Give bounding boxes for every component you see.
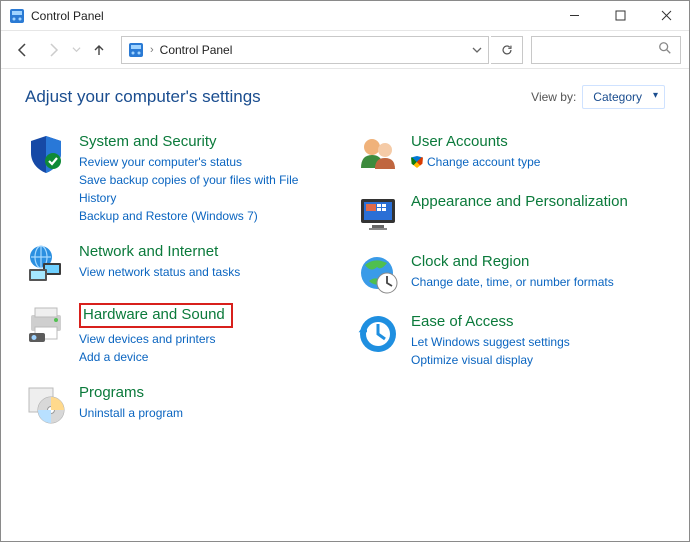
window-buttons — [551, 1, 689, 30]
category-system-security: System and Security Review your computer… — [25, 133, 333, 225]
category-hardware-sound: Hardware and Sound View devices and prin… — [25, 303, 333, 366]
category-title[interactable]: Network and Internet — [79, 243, 333, 261]
category-title[interactable]: Appearance and Personalization — [411, 193, 665, 211]
category-link[interactable]: View devices and printers — [79, 330, 333, 348]
category-title[interactable]: Programs — [79, 384, 333, 402]
breadcrumb-chevron-icon: › — [150, 44, 154, 56]
right-column: User Accounts Change account type Appear… — [357, 133, 665, 444]
control-panel-icon — [9, 8, 25, 24]
category-link[interactable]: Add a device — [79, 348, 333, 366]
view-by-label: View by: — [531, 90, 576, 104]
category-title[interactable]: Clock and Region — [411, 253, 665, 271]
category-title[interactable]: Ease of Access — [411, 313, 665, 331]
category-appearance-personalization: Appearance and Personalization — [357, 193, 665, 235]
category-link[interactable]: Save backup copies of your files with Fi… — [79, 171, 333, 207]
navbar: › Control Panel — [1, 31, 689, 69]
forward-button[interactable] — [39, 36, 67, 64]
category-link[interactable]: View network status and tasks — [79, 263, 333, 281]
globe-network-icon — [25, 243, 67, 285]
titlebar: Control Panel — [1, 1, 689, 31]
refresh-button[interactable] — [491, 36, 523, 64]
disc-icon — [25, 384, 67, 426]
address-dropdown-button[interactable] — [468, 45, 486, 55]
category-link[interactable]: Uninstall a program — [79, 404, 333, 422]
window-frame: Control Panel — [0, 0, 690, 542]
category-ease-of-access: Ease of Access Let Windows suggest setti… — [357, 313, 665, 369]
up-button[interactable] — [85, 36, 113, 64]
minimize-button[interactable] — [551, 1, 597, 30]
category-title[interactable]: Hardware and Sound — [79, 303, 233, 328]
search-box[interactable] — [531, 36, 681, 64]
category-link[interactable]: Backup and Restore (Windows 7) — [79, 207, 333, 225]
left-column: System and Security Review your computer… — [25, 133, 333, 444]
people-icon — [357, 133, 399, 175]
window-title: Control Panel — [31, 9, 551, 23]
category-programs: Programs Uninstall a program — [25, 384, 333, 426]
category-title[interactable]: System and Security — [79, 133, 333, 151]
category-network-internet: Network and Internet View network status… — [25, 243, 333, 285]
category-link[interactable]: Optimize visual display — [411, 351, 665, 369]
category-link[interactable]: Change date, time, or number formats — [411, 273, 665, 291]
search-icon — [658, 41, 672, 58]
printer-icon — [25, 303, 67, 345]
category-link[interactable]: Let Windows suggest settings — [411, 333, 665, 351]
address-bar[interactable]: › Control Panel — [121, 36, 489, 64]
ease-access-icon — [357, 313, 399, 355]
maximize-button[interactable] — [597, 1, 643, 30]
shield-icon — [25, 133, 67, 175]
page-title: Adjust your computer's settings — [25, 87, 261, 107]
back-button[interactable] — [9, 36, 37, 64]
control-panel-icon — [128, 42, 144, 58]
category-user-accounts: User Accounts Change account type — [357, 133, 665, 175]
monitor-icon — [357, 193, 399, 235]
category-columns: System and Security Review your computer… — [25, 133, 665, 444]
recent-dropdown-button[interactable] — [69, 36, 83, 64]
category-link[interactable]: Change account type — [411, 153, 665, 171]
view-by-dropdown[interactable]: Category — [582, 85, 665, 109]
close-button[interactable] — [643, 1, 689, 30]
category-title[interactable]: User Accounts — [411, 133, 665, 151]
clock-globe-icon — [357, 253, 399, 295]
page-header-row: Adjust your computer's settings View by:… — [25, 85, 665, 109]
content-area: Adjust your computer's settings View by:… — [1, 69, 689, 541]
category-link[interactable]: Review your computer's status — [79, 153, 333, 171]
view-by-control: View by: Category — [531, 85, 665, 109]
breadcrumb[interactable]: Control Panel — [160, 43, 462, 57]
category-clock-region: Clock and Region Change date, time, or n… — [357, 253, 665, 295]
